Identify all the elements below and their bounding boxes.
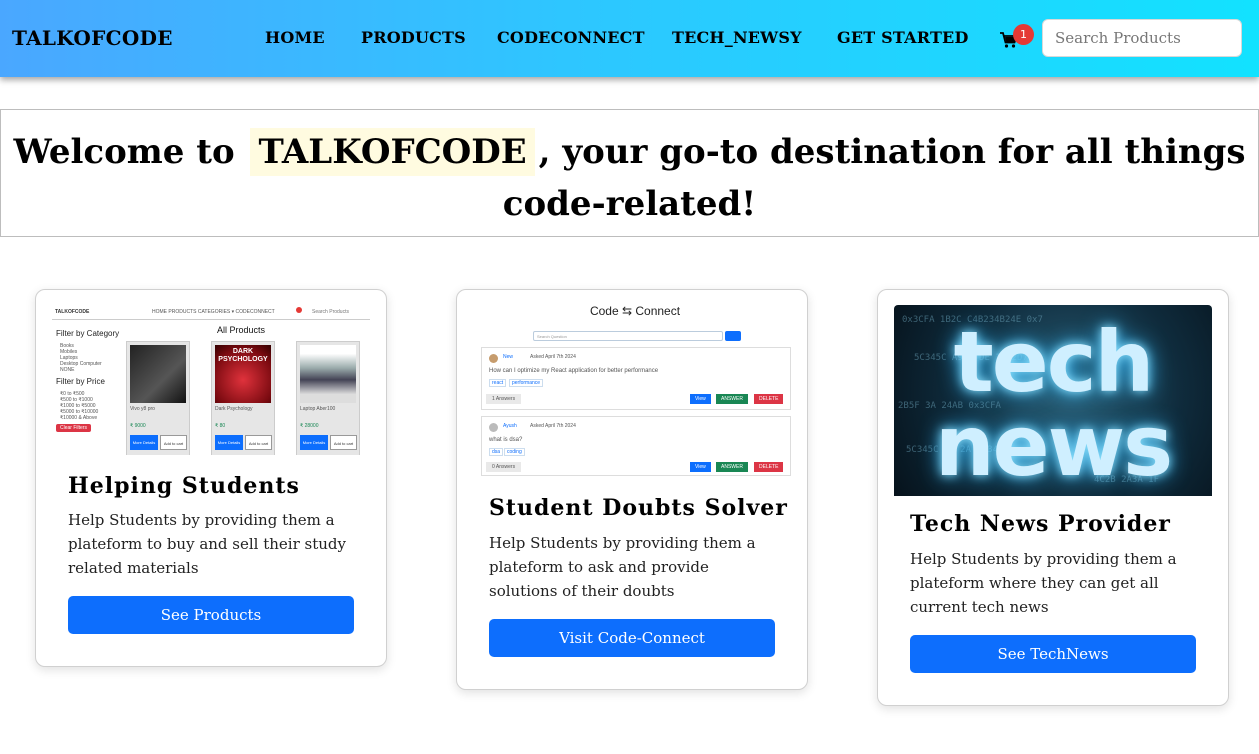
- laptop-image: [300, 345, 356, 403]
- card-description: Help Students by providing them a platef…: [910, 550, 1177, 616]
- phone-image: [130, 345, 186, 403]
- thumb-more-details: More Details: [130, 435, 158, 450]
- nav-tech-newsy[interactable]: TECH_NEWSY: [672, 28, 802, 47]
- book-cover-title: DARK PSYCHOLOGY: [218, 348, 268, 363]
- see-technews-button[interactable]: See TechNews: [910, 635, 1196, 673]
- card-description: Help Students by providing them a platef…: [489, 534, 756, 600]
- thumb-add-to-cart: Add to cart: [245, 435, 272, 450]
- thumb-user: New: [503, 354, 514, 360]
- tech-news-image: 0x3CFA 1B2C C4B234B24E 0x7 5C345C A9F3 D…: [894, 305, 1212, 496]
- hero-line-2: code-related!: [502, 184, 757, 224]
- thumb-more-details: More Details: [215, 435, 243, 450]
- nav-codeconnect[interactable]: CODECONNECT: [497, 28, 645, 47]
- thumb-codeconnect-title: Code ⇆ Connect: [589, 304, 681, 318]
- hero-suffix: , your go-to destination for all things: [538, 132, 1246, 172]
- nav-products[interactable]: PRODUCTS: [361, 28, 466, 47]
- cart-count-badge: 1: [1013, 24, 1034, 45]
- hero-prefix: Welcome to: [13, 132, 235, 172]
- thumb-product-price: ₹ 9000: [130, 423, 146, 429]
- see-products-button[interactable]: See Products: [68, 596, 354, 634]
- thumb-product-name: Dark Psychology: [215, 406, 253, 412]
- thumb-tag: react: [489, 379, 507, 387]
- thumb-tag: coding: [504, 448, 525, 456]
- hero-brand-highlight: TALKOFCODE: [250, 128, 535, 176]
- thumb-answer-button: ANSWER: [716, 394, 748, 404]
- thumb-search: Search Products: [312, 309, 349, 315]
- thumb-navbar: TALKOFCODE HOME PRODUCTS CATEGORIES ▾ CO…: [52, 305, 370, 320]
- thumb-price-range: ₹10000 & Above: [60, 415, 98, 421]
- thumb-view-button: View: [690, 394, 711, 404]
- navbar: TALKOFCODE HOME PRODUCTS CODECONNECT TEC…: [0, 0, 1259, 77]
- thumb-filter-category: Filter by Category: [56, 329, 120, 338]
- card-description: Help Students by providing them a platef…: [68, 511, 346, 577]
- hero-banner: Welcome to TALKOFCODE, your go-to destin…: [0, 109, 1259, 237]
- visit-code-connect-button[interactable]: Visit Code-Connect: [489, 619, 775, 657]
- thumb-filter-price: Filter by Price: [56, 377, 105, 386]
- thumb-badge: [296, 307, 302, 313]
- thumb-delete-button: DELETE: [754, 462, 784, 472]
- thumb-product-name: Vivo y8 pro: [130, 406, 155, 412]
- news-word: news: [934, 397, 1173, 495]
- thumb-user: Ayush: [503, 423, 517, 429]
- thumb-product-card: Vivo y8 pro ₹ 9000 More Details Add to c…: [126, 341, 190, 455]
- products-page-thumbnail: TALKOFCODE HOME PRODUCTS CATEGORIES ▾ CO…: [52, 305, 370, 455]
- book-image: DARK PSYCHOLOGY: [215, 345, 271, 403]
- nav-get-started[interactable]: GET STARTED: [837, 28, 969, 47]
- thumb-add-to-cart: Add to cart: [330, 435, 357, 450]
- thumb-avatar: [489, 354, 498, 363]
- thumb-brand: TALKOFCODE: [55, 309, 90, 315]
- card-title: Tech News Provider: [910, 511, 1171, 537]
- card-title: Helping Students: [68, 473, 300, 499]
- thumb-avatar: [489, 423, 498, 432]
- thumb-all-products: All Products: [217, 325, 266, 335]
- thumb-asked: Asked April 7th 2024: [530, 354, 576, 360]
- card-title: Student Doubts Solver: [489, 495, 788, 521]
- thumb-nav: HOME PRODUCTS CATEGORIES ▾ CODECONNECT: [152, 309, 275, 315]
- thumb-question-card: Ayush Asked April 7th 2024 what is dsa? …: [481, 416, 791, 476]
- thumb-product-card: Laptop Aber100 ₹ 28000 More Details Add …: [296, 341, 360, 455]
- thumb-search-question: Search Question: [533, 331, 723, 341]
- thumb-delete-button: DELETE: [754, 394, 784, 404]
- nav-home[interactable]: HOME: [265, 28, 325, 47]
- thumb-answer-button: ANSWER: [716, 462, 748, 472]
- thumb-clear-filters: Clear Filters: [56, 424, 91, 432]
- codeconnect-thumbnail: Code ⇆ Connect Search Question New Asked…: [477, 299, 793, 479]
- thumb-more-details: More Details: [300, 435, 328, 450]
- thumb-category: NONE: [60, 367, 75, 373]
- thumb-view-button: View: [690, 462, 711, 472]
- thumb-tag: performance: [509, 379, 544, 387]
- thumb-question-card: New Asked April 7th 2024 How can I optim…: [481, 347, 791, 410]
- thumb-question: what is dsa?: [489, 437, 523, 443]
- thumb-product-name: Laptop Aber100: [300, 406, 336, 412]
- hero-line-1: Welcome to TALKOFCODE, your go-to destin…: [1, 126, 1258, 178]
- thumb-search-button: [725, 331, 741, 341]
- thumb-answers-count: 0 Answers: [486, 462, 522, 472]
- thumb-product-card: DARK PSYCHOLOGY Dark Psychology ₹ 80 Mor…: [211, 341, 275, 455]
- thumb-tag: dsa: [489, 448, 504, 456]
- thumb-question: How can I optimize my React application …: [489, 368, 659, 374]
- thumb-product-price: ₹ 28000: [300, 423, 319, 429]
- search-input[interactable]: [1042, 19, 1242, 57]
- thumb-asked: Asked April 7th 2024: [530, 423, 576, 429]
- brand-logo[interactable]: TALKOFCODE: [12, 26, 173, 50]
- thumb-answers-count: 1 Answers: [486, 394, 522, 404]
- thumb-add-to-cart: Add to cart: [160, 435, 187, 450]
- thumb-product-price: ₹ 80: [215, 423, 226, 429]
